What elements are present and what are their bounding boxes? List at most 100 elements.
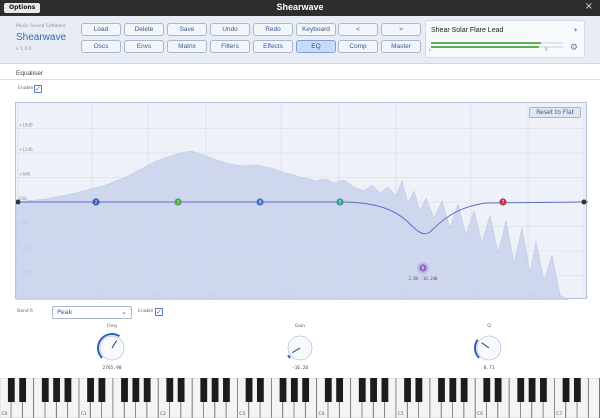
knob-dial[interactable] [282, 330, 318, 366]
toolbar-button-keyboard[interactable]: Keyboard [296, 23, 336, 36]
octave-label: C6 [477, 411, 483, 417]
title-bar: Options Shearwave × [0, 0, 600, 16]
black-key [438, 378, 445, 402]
knob-value: -16.20 [291, 366, 309, 371]
band-node-7: 7 [499, 198, 507, 206]
octave-label: C7 [556, 411, 562, 417]
black-key [53, 378, 60, 402]
toolbar-button-redo[interactable]: Redo [253, 23, 293, 36]
black-key [7, 378, 15, 402]
band-enable-checkbox[interactable]: ✓ [155, 308, 163, 316]
band-type-value: Peak [57, 308, 73, 316]
knob-dial[interactable] [94, 330, 130, 366]
toolbar-button-oscs[interactable]: Oscs [81, 40, 121, 53]
band-node-label: 6 [422, 266, 425, 271]
black-key [517, 378, 525, 402]
toolbar-button-delete[interactable]: Delete [124, 23, 164, 36]
toolbar-button-undo[interactable]: Undo [210, 23, 250, 36]
section-title: Equaliser [16, 70, 44, 77]
eq-plot[interactable]: 20501002005001k2k5k10k20k+18dB+12dB+6dB0… [16, 103, 588, 300]
star-icon[interactable]: ✶ [573, 27, 578, 34]
band-node-readout: 2.8k -16.2dB [409, 276, 438, 281]
band-node-label: 2 [95, 200, 98, 205]
knob-value: 0.71 [483, 366, 495, 371]
knob-label: Freq [107, 324, 117, 329]
black-key [121, 378, 128, 402]
black-key [19, 378, 27, 402]
brand-version: v 1.0.0 [16, 47, 32, 52]
black-key [324, 378, 332, 402]
black-key [177, 378, 185, 402]
window-title: Shearwave [276, 2, 324, 12]
freq-tick-label: 20k [587, 293, 588, 298]
octave-label: C4 [318, 411, 324, 417]
black-key [211, 378, 219, 402]
black-key [483, 378, 491, 402]
preset-name: Shear Solar Flare Lead [431, 27, 504, 34]
black-keys [7, 378, 581, 402]
reset-to-flat-button[interactable]: Reset to Flat [529, 107, 581, 118]
black-key [87, 378, 94, 402]
toolbar-button-next[interactable]: > [381, 23, 421, 36]
black-key [98, 378, 106, 402]
keyboard-keys[interactable]: C0 C1 C2 C3 C4 C5 C6 C7 [0, 377, 600, 418]
black-key [573, 378, 581, 402]
meter-right [431, 46, 539, 48]
octave-label: C0 [2, 411, 8, 417]
eq-enable-checkbox[interactable]: ✓ [34, 85, 42, 93]
db-tick-label: +6dB [19, 172, 30, 177]
black-key [460, 378, 468, 402]
knob-label: Gain [294, 324, 306, 329]
black-key [562, 378, 570, 402]
black-key [449, 378, 457, 402]
meter-left [431, 42, 541, 44]
toolbar-button-comp[interactable]: Comp [338, 40, 378, 53]
band-node-label: 7 [502, 200, 505, 205]
knob-label: Q [487, 324, 491, 329]
brand-name: Shearwave [16, 32, 67, 43]
black-key [64, 378, 72, 402]
band-node-label: 5 [339, 200, 342, 205]
toolbar-button-matrix[interactable]: Matrix [167, 40, 207, 53]
band-node-4: 4 [256, 198, 264, 206]
black-key [381, 378, 389, 402]
white-key [588, 377, 600, 418]
db-tick-label: +18dB [19, 123, 33, 128]
band-enable-label: Enable [138, 309, 154, 314]
divider [0, 79, 600, 80]
piano-keyboard[interactable]: C0 C1 C2 C3 C4 C5 C6 C7 [0, 377, 600, 418]
eq-graph[interactable]: 20501002005001k2k5k10k20k+18dB+12dB+6dB0… [15, 102, 588, 300]
preset-panel[interactable]: Shear Solar Flare Lead ✶ L R ⚙ [425, 20, 585, 58]
band-node-3: 3 [174, 198, 182, 206]
close-icon[interactable]: × [585, 1, 593, 12]
band-label: Band 6 [17, 309, 33, 314]
band-node-dot [581, 199, 587, 205]
toolbar-button-envs[interactable]: Envs [124, 40, 164, 53]
black-key [302, 378, 310, 402]
spectrum-area [16, 150, 569, 300]
black-key [256, 378, 264, 402]
toolbar-button-effects[interactable]: Effects [253, 40, 293, 53]
band-node-2: 2 [92, 198, 100, 206]
toolbar-button-save[interactable]: Save [167, 23, 207, 36]
black-key [358, 378, 366, 402]
toolbar-button-load[interactable]: Load [81, 23, 121, 36]
band-type-select[interactable]: Peak ⌄ [52, 306, 132, 319]
black-key [415, 378, 423, 402]
band-node-label: 4 [259, 200, 262, 205]
black-key [370, 378, 377, 402]
black-key [290, 378, 298, 402]
tuner-icon[interactable]: ⚙ [570, 43, 578, 53]
octave-label: C2 [160, 411, 166, 417]
knob-value: 2765.90 [102, 366, 122, 371]
black-key [166, 378, 174, 402]
knob-dial[interactable] [471, 330, 507, 366]
toolbar-button-prev[interactable]: < [338, 23, 378, 36]
knob-arc [287, 354, 291, 359]
octave-label: C5 [398, 411, 404, 417]
black-key [200, 378, 208, 402]
toolbar-button-eq[interactable]: EQ [296, 40, 336, 53]
black-key [528, 378, 536, 402]
toolbar-button-filters[interactable]: Filters [210, 40, 250, 53]
toolbar-button-master[interactable]: Master [381, 40, 421, 53]
